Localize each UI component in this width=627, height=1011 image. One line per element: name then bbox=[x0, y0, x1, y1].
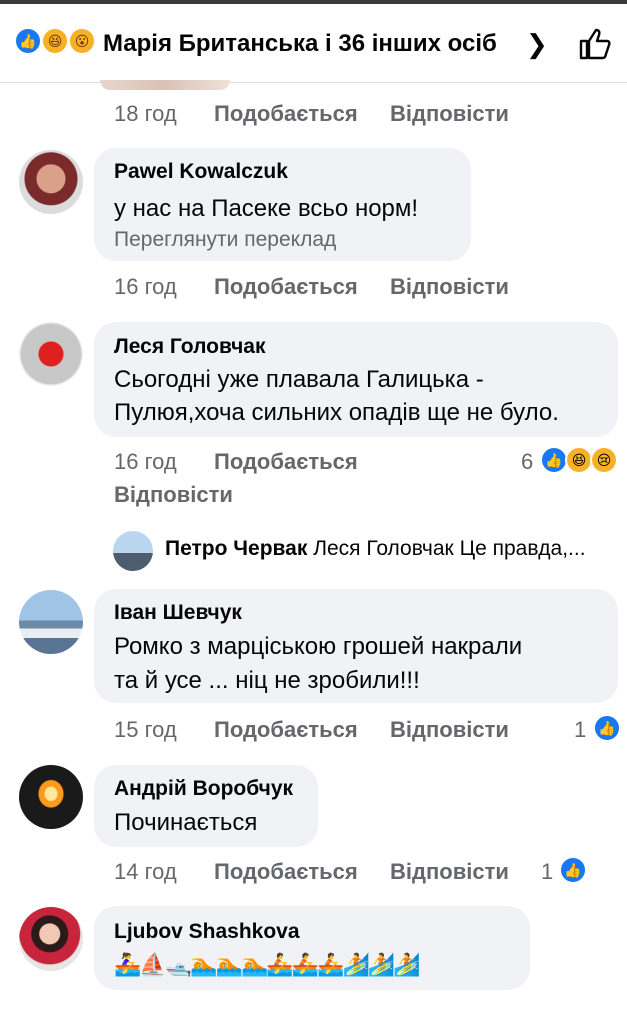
like-outline-icon[interactable] bbox=[577, 26, 613, 62]
reply-button[interactable]: Відповісти bbox=[390, 859, 509, 885]
comment-text: Сьогодні уже плавала Галицька - bbox=[114, 366, 484, 393]
wow-icon: 😮 bbox=[68, 27, 96, 55]
comment-time: 18 год bbox=[114, 101, 177, 126]
comment-text: Пулюя,хоча сильних опадів ще не було. bbox=[114, 399, 559, 426]
like-button[interactable]: Подобається bbox=[214, 859, 358, 885]
like-icon: 👍 bbox=[593, 714, 621, 742]
comment-time: 14 год bbox=[114, 859, 177, 884]
see-translation-link[interactable]: Переглянути переклад bbox=[114, 228, 336, 252]
haha-icon: 😆 bbox=[565, 446, 593, 474]
comment-author[interactable]: Ljubov Shashkova bbox=[114, 920, 300, 944]
reactions-summary[interactable]: Марія Британська і 36 інших осіб bbox=[103, 30, 497, 58]
avatar[interactable] bbox=[19, 765, 83, 829]
comment-author[interactable]: Pawel Kowalczuk bbox=[114, 160, 288, 184]
comment-time: 16 год bbox=[114, 449, 177, 474]
reply-button[interactable]: Відповісти bbox=[114, 482, 233, 508]
comment-text: Ромко з марціською грошей накрали bbox=[114, 633, 523, 660]
haha-icon: 😆 bbox=[41, 27, 69, 55]
like-button[interactable]: Подобається bbox=[214, 274, 358, 300]
comment-author[interactable]: Іван Шевчук bbox=[114, 601, 242, 625]
comment-time: 15 год bbox=[114, 717, 177, 742]
comment-text: та й усе ... ніц не зробили!!! bbox=[114, 667, 420, 694]
comment-text: у нас на Пасеке всьо норм! bbox=[114, 195, 419, 222]
sad-icon: 😢 bbox=[590, 446, 618, 474]
comment-time: 16 год bbox=[114, 274, 177, 299]
like-icon: 👍 bbox=[559, 856, 587, 884]
reply-author: Петро Червак bbox=[165, 537, 308, 560]
avatar[interactable] bbox=[113, 531, 153, 571]
like-button[interactable]: Подобається bbox=[214, 449, 358, 475]
reactions-header[interactable]: 👍 😆 😮 Марія Британська і 36 інших осіб ❯ bbox=[0, 4, 627, 83]
like-icon: 👍 bbox=[14, 27, 42, 55]
chevron-right-icon[interactable]: ❯ bbox=[526, 29, 548, 60]
reaction-count[interactable]: 1 bbox=[574, 717, 586, 743]
comment-emoji-text: 🚣‍♀️⛵🛥️🏊🏊🏊🚣🚣🚣🏄🏄🏄 bbox=[114, 952, 421, 977]
comment-text: Починається bbox=[114, 809, 258, 836]
reply-preview[interactable]: Петро Червак Леся Головчак Це правда,... bbox=[165, 537, 586, 561]
previous-comment-bubble-edge bbox=[100, 80, 230, 90]
like-button[interactable]: Подобається bbox=[214, 101, 358, 127]
reaction-count[interactable]: 6 bbox=[521, 449, 533, 475]
avatar[interactable] bbox=[19, 150, 83, 214]
avatar[interactable] bbox=[19, 907, 83, 971]
avatar[interactable] bbox=[19, 322, 83, 386]
like-icon: 👍 bbox=[540, 446, 568, 474]
reaction-count[interactable]: 1 bbox=[541, 859, 553, 885]
avatar[interactable] bbox=[19, 590, 83, 654]
reply-text: Леся Головчак Це правда,... bbox=[313, 537, 586, 560]
reply-button[interactable]: Відповісти bbox=[390, 717, 509, 743]
like-button[interactable]: Подобається bbox=[214, 717, 358, 743]
reply-button[interactable]: Відповісти bbox=[390, 274, 509, 300]
reply-button[interactable]: Відповісти bbox=[390, 101, 509, 127]
comment-author[interactable]: Андрій Воробчук bbox=[114, 777, 293, 801]
comment-author[interactable]: Леся Головчак bbox=[114, 335, 265, 359]
